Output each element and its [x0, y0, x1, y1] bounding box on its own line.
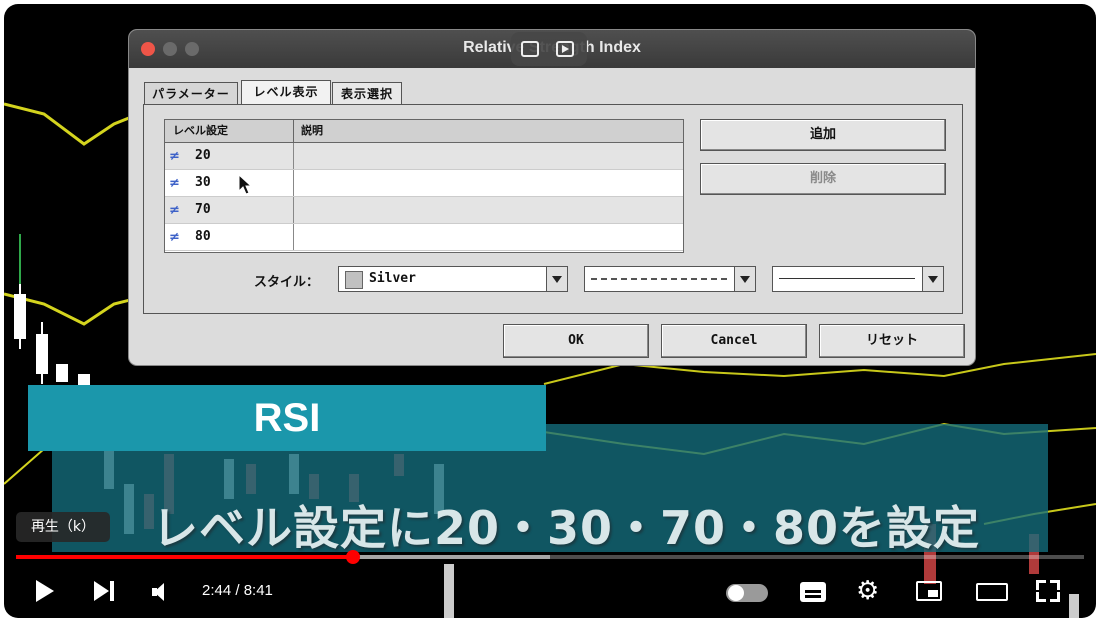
- line-width-select[interactable]: [772, 266, 944, 292]
- volume-icon[interactable]: [152, 583, 174, 603]
- screen-record-icon[interactable]: [556, 41, 574, 57]
- delete-level-button[interactable]: 削除: [700, 163, 946, 195]
- progress-played: [16, 555, 354, 559]
- level-line-icon: ≠: [169, 203, 180, 218]
- play-icon[interactable]: [36, 580, 54, 602]
- level-value: 20: [195, 148, 211, 163]
- subtitles-icon[interactable]: [800, 582, 826, 602]
- ok-button[interactable]: OK: [503, 324, 649, 358]
- color-swatch: [345, 271, 363, 289]
- candle: [56, 364, 68, 382]
- dialog-titlebar: Relative Strength Index: [129, 30, 975, 68]
- line-style-select[interactable]: [584, 266, 756, 292]
- rsi-banner: RSI: [28, 385, 546, 451]
- add-level-button[interactable]: 追加: [700, 119, 946, 151]
- dashed-line-preview: [591, 278, 727, 280]
- column-header-description: 説明: [301, 124, 323, 137]
- table-row[interactable]: ≠ 70: [165, 197, 683, 224]
- fullscreen-icon[interactable]: [1036, 580, 1060, 602]
- table-row[interactable]: ≠ 80: [165, 224, 683, 251]
- chevron-down-icon[interactable]: [734, 267, 755, 291]
- cell-divider: [293, 170, 294, 196]
- color-select[interactable]: Silver: [338, 266, 568, 292]
- video-player[interactable]: Relative Strength Index パラメーター レベル表示 表示選…: [4, 4, 1096, 618]
- next-icon[interactable]: [94, 581, 118, 603]
- table-header: レベル設定 説明: [165, 120, 683, 143]
- gear-icon[interactable]: ⚙: [856, 578, 879, 604]
- play-tooltip: 再生（k）: [16, 512, 110, 542]
- cell-divider: [293, 224, 294, 250]
- cancel-button[interactable]: Cancel: [661, 324, 807, 358]
- color-select-value: Silver: [369, 271, 416, 286]
- level-panel: レベル設定 説明 ≠ 20 ≠ 30 ≠ 70 ≠ 80 追加 削除 スタイル：…: [143, 104, 963, 314]
- progress-bar[interactable]: [16, 550, 1084, 564]
- tab-parameters[interactable]: パラメーター: [144, 82, 238, 105]
- cell-divider: [293, 197, 294, 223]
- level-value: 70: [195, 202, 211, 217]
- mouse-cursor-icon: [238, 174, 253, 195]
- reset-button[interactable]: リセット: [819, 324, 965, 358]
- rsi-dialog: Relative Strength Index パラメーター レベル表示 表示選…: [129, 30, 975, 365]
- table-row[interactable]: ≠ 20: [165, 143, 683, 170]
- solid-line-preview: [779, 278, 915, 279]
- level-line-icon: ≠: [169, 149, 180, 164]
- miniplayer-icon[interactable]: [916, 581, 942, 601]
- candle: [444, 564, 454, 618]
- level-value: 30: [195, 175, 211, 190]
- screenshot-toolbar: [511, 32, 587, 66]
- theater-mode-icon[interactable]: [976, 583, 1008, 601]
- level-value: 80: [195, 229, 211, 244]
- tab-level-display[interactable]: レベル表示: [241, 80, 331, 105]
- column-header-level: レベル設定: [165, 120, 294, 142]
- screen-capture-icon[interactable]: [521, 41, 539, 57]
- caption-text: レベル設定に20・30・70・80を設定: [152, 501, 981, 555]
- level-line-icon: ≠: [169, 176, 180, 191]
- cell-divider: [293, 143, 294, 169]
- band-line: [4, 102, 135, 146]
- style-label: スタイル：: [254, 275, 320, 290]
- chevron-down-icon[interactable]: [546, 267, 567, 291]
- level-line-icon: ≠: [169, 230, 180, 245]
- time-display: 2:44 / 8:41: [202, 582, 273, 599]
- tab-display-select[interactable]: 表示選択: [332, 82, 402, 105]
- autoplay-toggle[interactable]: [726, 584, 768, 602]
- candle: [1069, 594, 1079, 618]
- chevron-down-icon[interactable]: [922, 267, 943, 291]
